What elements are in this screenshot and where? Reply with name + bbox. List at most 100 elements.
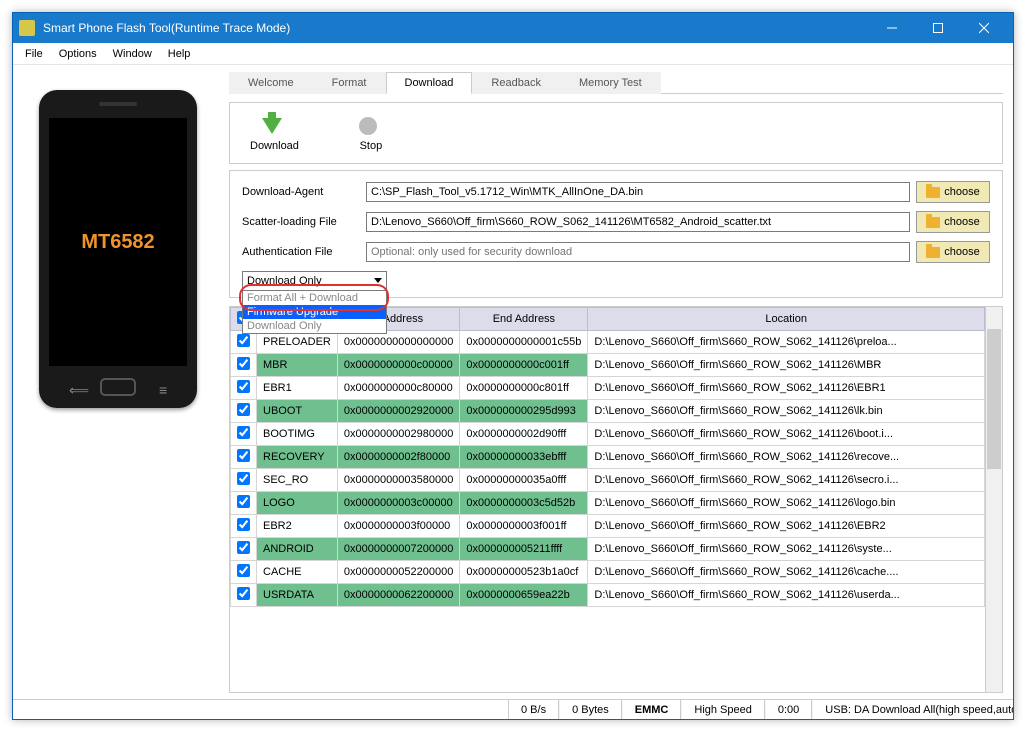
- status-usb: USB: DA Download All(high speed,auto det…: [812, 700, 1013, 719]
- row-check-cell: [231, 584, 257, 607]
- scatter-input[interactable]: [366, 212, 910, 232]
- row-end-address: 0x00000000035a0fff: [460, 469, 588, 492]
- row-end-address: 0x0000000003c5d52b: [460, 492, 588, 515]
- download-agent-row: Download-Agent choose: [242, 181, 990, 203]
- row-end-address: 0x0000000000c001ff: [460, 354, 588, 377]
- hdr-location[interactable]: Location: [588, 308, 985, 331]
- row-name: RECOVERY: [257, 446, 338, 469]
- row-check-cell: [231, 538, 257, 561]
- table-row[interactable]: BOOTIMG0x00000000029800000x0000000002d90…: [231, 423, 985, 446]
- download-label: Download: [250, 140, 299, 152]
- menu-window[interactable]: Window: [105, 46, 160, 62]
- menu-help[interactable]: Help: [160, 46, 199, 62]
- maximize-button[interactable]: [915, 13, 961, 43]
- window-title: Smart Phone Flash Tool(Runtime Trace Mod…: [43, 21, 869, 35]
- row-end-address: 0x00000000033ebfff: [460, 446, 588, 469]
- auth-choose-button[interactable]: choose: [916, 241, 990, 263]
- statusbar: 0 B/s 0 Bytes EMMC High Speed 0:00 USB: …: [13, 699, 1013, 719]
- close-button[interactable]: [961, 13, 1007, 43]
- row-checkbox[interactable]: [237, 564, 250, 577]
- row-checkbox[interactable]: [237, 472, 250, 485]
- mode-option-firmware-upgrade[interactable]: Firmware Upgrade: [243, 305, 386, 319]
- partition-table-scroll: n Address End Address Location PRELOADER…: [230, 307, 985, 692]
- row-checkbox[interactable]: [237, 587, 250, 600]
- row-checkbox[interactable]: [237, 357, 250, 370]
- scatter-row: Scatter-loading File choose: [242, 211, 990, 233]
- row-name: ANDROID: [257, 538, 338, 561]
- maximize-icon: [933, 23, 943, 33]
- phone-screen: MT6582: [49, 118, 187, 366]
- table-row[interactable]: MBR0x0000000000c000000x0000000000c001ffD…: [231, 354, 985, 377]
- row-checkbox[interactable]: [237, 541, 250, 554]
- mode-dropdown-list: Format All + DownloadFirmware UpgradeDow…: [242, 290, 387, 334]
- table-row[interactable]: EBR20x0000000003f000000x0000000003f001ff…: [231, 515, 985, 538]
- row-name: MBR: [257, 354, 338, 377]
- row-begin-address: 0x0000000062200000: [337, 584, 460, 607]
- table-row[interactable]: UBOOT0x00000000029200000x000000000295d99…: [231, 400, 985, 423]
- titlebar[interactable]: Smart Phone Flash Tool(Runtime Trace Mod…: [13, 13, 1013, 43]
- table-row[interactable]: CACHE0x00000000522000000x00000000523b1a0…: [231, 561, 985, 584]
- row-location: D:\Lenovo_S660\Off_firm\S660_ROW_S062_14…: [588, 492, 985, 515]
- tab-download[interactable]: Download: [386, 72, 473, 94]
- row-name: EBR1: [257, 377, 338, 400]
- auth-input[interactable]: [366, 242, 910, 262]
- da-choose-button[interactable]: choose: [916, 181, 990, 203]
- row-name: EBR2: [257, 515, 338, 538]
- status-emmc: EMMC: [622, 700, 682, 719]
- row-checkbox[interactable]: [237, 518, 250, 531]
- phone-illustration: BM MT6582 ⟸ ≡: [39, 90, 197, 408]
- row-checkbox[interactable]: [237, 495, 250, 508]
- file-paths-panel: Download-Agent choose Scatter-loading Fi…: [229, 170, 1003, 298]
- row-begin-address: 0x0000000003c00000: [337, 492, 460, 515]
- row-check-cell: [231, 423, 257, 446]
- row-end-address: 0x000000005211ffff: [460, 538, 588, 561]
- tab-readback[interactable]: Readback: [472, 72, 560, 94]
- scroll-thumb[interactable]: [987, 329, 1001, 469]
- mode-option-format-all-download[interactable]: Format All + Download: [243, 291, 386, 305]
- row-location: D:\Lenovo_S660\Off_firm\S660_ROW_S062_14…: [588, 584, 985, 607]
- da-input[interactable]: [366, 182, 910, 202]
- hdr-end[interactable]: End Address: [460, 308, 588, 331]
- table-row[interactable]: USRDATA0x00000000622000000x0000000659ea2…: [231, 584, 985, 607]
- row-location: D:\Lenovo_S660\Off_firm\S660_ROW_S062_14…: [588, 423, 985, 446]
- row-name: LOGO: [257, 492, 338, 515]
- row-begin-address: 0x0000000002980000: [337, 423, 460, 446]
- tab-welcome[interactable]: Welcome: [229, 72, 313, 94]
- menu-file[interactable]: File: [17, 46, 51, 62]
- menu-options[interactable]: Options: [51, 46, 105, 62]
- mode-dropdown[interactable]: Download Only: [242, 271, 387, 291]
- auth-label: Authentication File: [242, 246, 360, 258]
- chip-label: MT6582: [81, 231, 154, 254]
- row-end-address: 0x000000000295d993: [460, 400, 588, 423]
- table-row[interactable]: EBR10x0000000000c800000x0000000000c801ff…: [231, 377, 985, 400]
- tab-memory-test[interactable]: Memory Test: [560, 72, 661, 94]
- row-checkbox[interactable]: [237, 449, 250, 462]
- tab-format[interactable]: Format: [313, 72, 386, 94]
- menu-softkey: ≡: [159, 382, 167, 390]
- minimize-button[interactable]: [869, 13, 915, 43]
- download-button[interactable]: Download: [250, 114, 299, 152]
- partition-table: n Address End Address Location PRELOADER…: [230, 307, 985, 607]
- stop-button[interactable]: Stop: [359, 114, 383, 152]
- row-checkbox[interactable]: [237, 334, 250, 347]
- status-highspeed: High Speed: [681, 700, 765, 719]
- row-check-cell: [231, 446, 257, 469]
- toolbar: Download Stop: [229, 102, 1003, 164]
- row-checkbox[interactable]: [237, 403, 250, 416]
- row-check-cell: [231, 561, 257, 584]
- table-row[interactable]: LOGO0x0000000003c000000x0000000003c5d52b…: [231, 492, 985, 515]
- row-checkbox[interactable]: [237, 380, 250, 393]
- app-window: Smart Phone Flash Tool(Runtime Trace Mod…: [12, 12, 1014, 720]
- row-begin-address: 0x0000000002f80000: [337, 446, 460, 469]
- table-row[interactable]: SEC_RO0x00000000035800000x00000000035a0f…: [231, 469, 985, 492]
- scatter-choose-button[interactable]: choose: [916, 211, 990, 233]
- table-row[interactable]: RECOVERY0x0000000002f800000x00000000033e…: [231, 446, 985, 469]
- vertical-scrollbar[interactable]: [985, 307, 1002, 692]
- row-begin-address: 0x0000000002920000: [337, 400, 460, 423]
- row-location: D:\Lenovo_S660\Off_firm\S660_ROW_S062_14…: [588, 515, 985, 538]
- status-time: 0:00: [765, 700, 812, 719]
- da-label: Download-Agent: [242, 186, 360, 198]
- row-checkbox[interactable]: [237, 426, 250, 439]
- mode-option-download-only[interactable]: Download Only: [243, 319, 386, 333]
- table-row[interactable]: ANDROID0x00000000072000000x000000005211f…: [231, 538, 985, 561]
